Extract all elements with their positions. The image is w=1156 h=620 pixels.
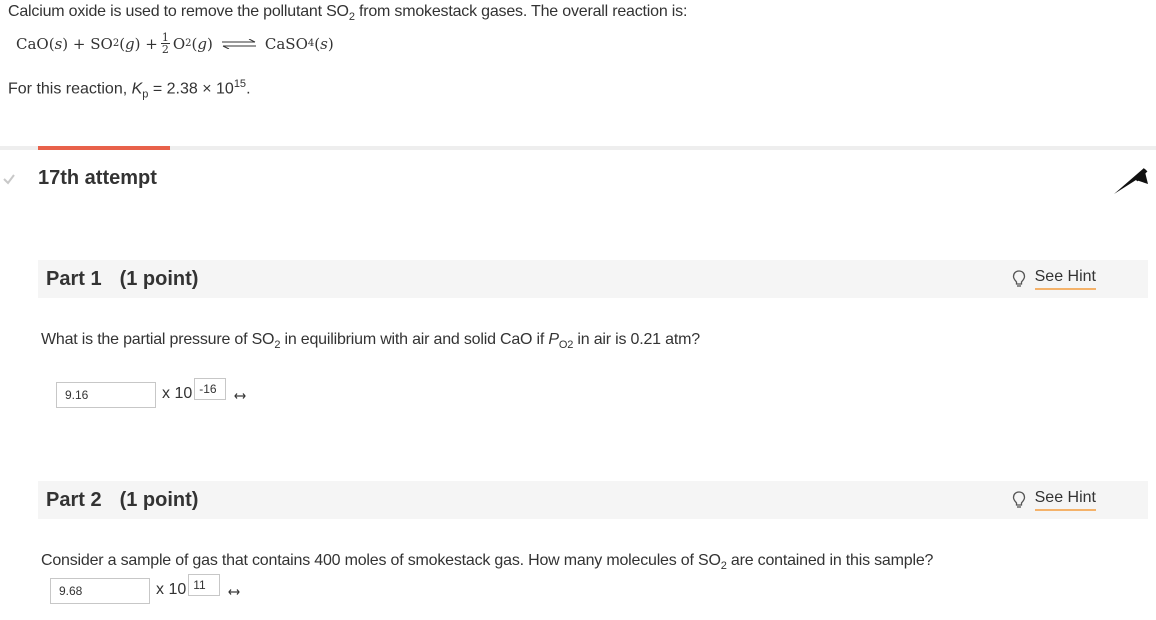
part-points: (1 point) [119, 488, 199, 511]
problem-intro: Calcium oxide is used to remove the poll… [8, 3, 688, 24]
part-1-question: What is the partial pressure of SO2 in e… [41, 331, 700, 352]
equilibrium-constant: For this reaction, Kp = 2.38 × 1015. [8, 78, 251, 101]
resize-arrow-icon[interactable] [234, 392, 247, 400]
part-2-header: Part 2 (1 point) See Hint [38, 481, 1148, 519]
one-half-fraction: 12 [160, 31, 170, 56]
times-ten-label: x 10 [156, 581, 187, 598]
part-2-exponent-input[interactable] [188, 574, 221, 596]
reaction-equation: CaO(s) + SO 2(g) + 12 O 2(g) CaSO 4(s) [16, 31, 334, 56]
part-1-coefficient-input[interactable] [56, 382, 156, 408]
part-1-answer-row: x 10 [56, 378, 247, 408]
part-2-coefficient-input[interactable] [50, 578, 150, 604]
check-icon [3, 174, 15, 185]
part-title: Part 2 [46, 488, 102, 511]
part-points: (1 point) [119, 267, 199, 290]
attempt-label: 17th attempt [38, 167, 157, 189]
attempt-divider [0, 146, 1156, 150]
lightbulb-icon [1012, 491, 1025, 508]
resize-arrow-icon[interactable] [228, 588, 241, 596]
part-1-header: Part 1 (1 point) See Hint [38, 260, 1148, 298]
part-1-exponent-input[interactable] [194, 378, 227, 400]
part-2-question: Consider a sample of gas that contains 4… [41, 552, 934, 573]
lightbulb-icon [1012, 270, 1025, 287]
see-hint-button[interactable]: See Hint [1012, 489, 1096, 511]
part-title: Part 1 [46, 267, 102, 290]
see-hint-label[interactable]: See Hint [1034, 268, 1096, 290]
attempt-tab-indicator [38, 146, 170, 150]
see-hint-button[interactable]: See Hint [1012, 268, 1096, 290]
mouse-cursor-icon [1114, 168, 1148, 194]
equilibrium-arrow-icon [221, 38, 257, 49]
see-hint-label[interactable]: See Hint [1034, 489, 1096, 511]
times-ten-label: x 10 [162, 385, 193, 402]
part-2-answer-row: x 10 [50, 574, 241, 604]
